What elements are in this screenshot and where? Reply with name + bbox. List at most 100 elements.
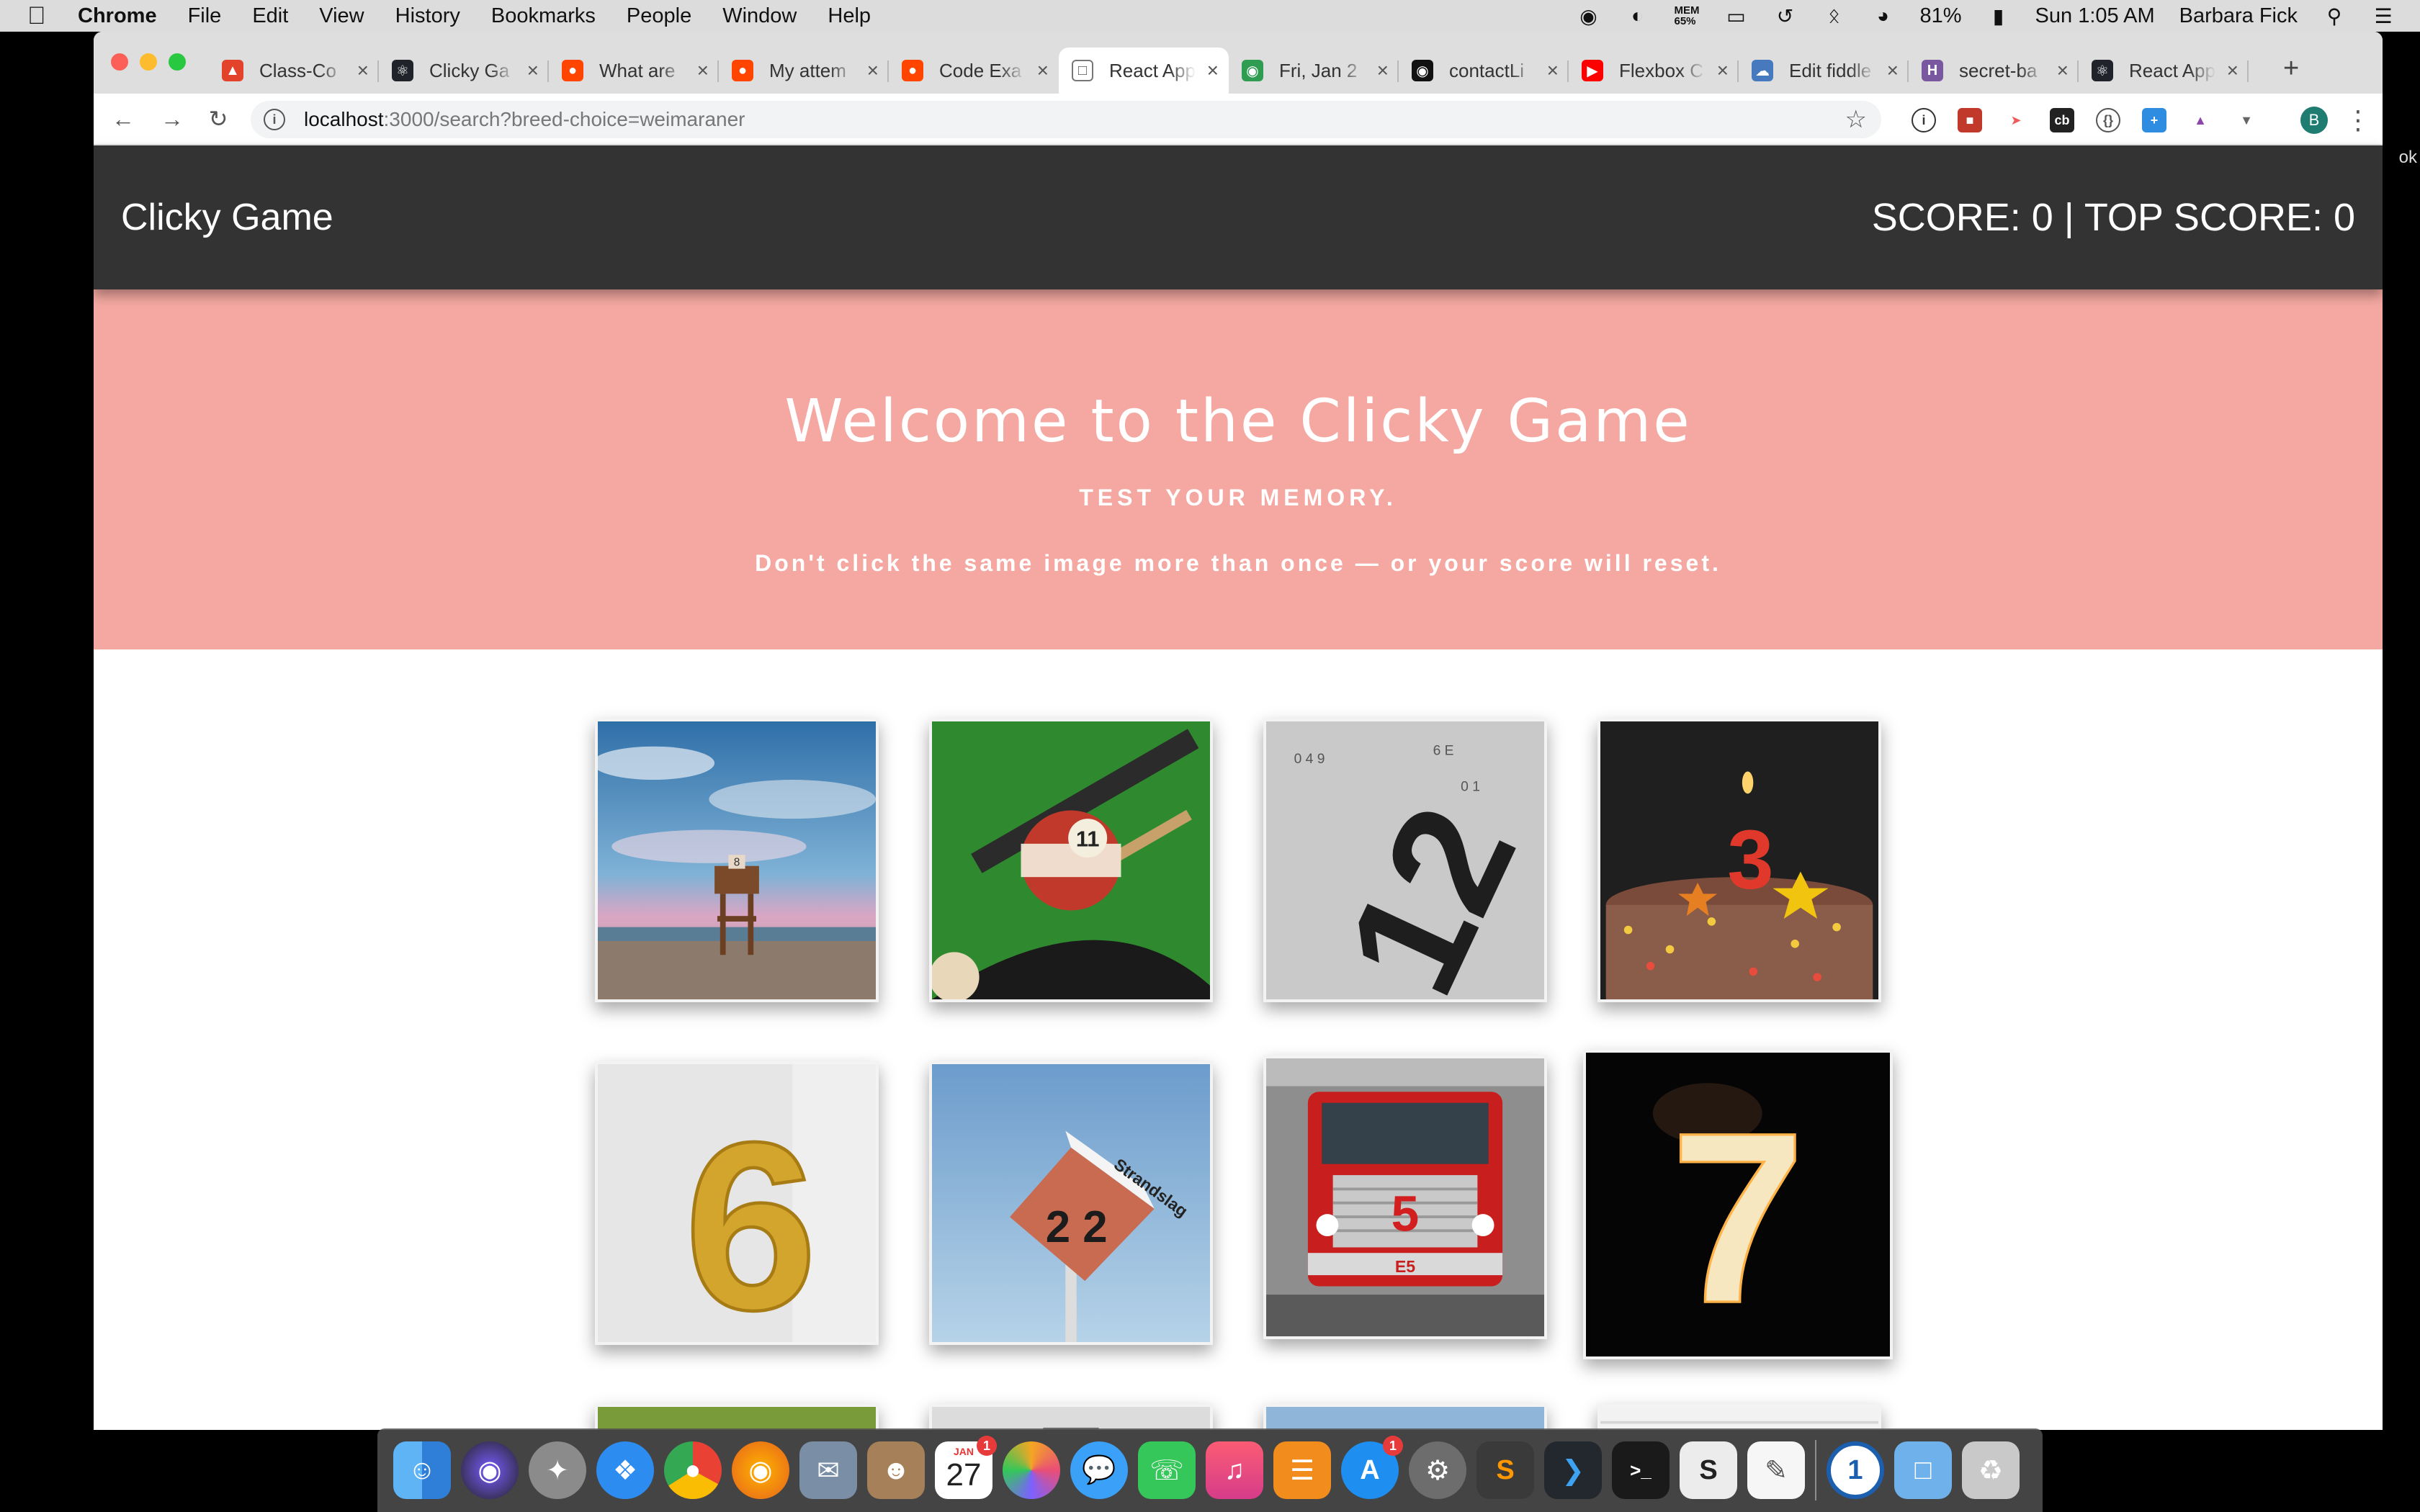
app-brand[interactable]: Clicky Game xyxy=(121,196,333,239)
browser-tab[interactable]: ● My attem × xyxy=(719,48,889,94)
image-card-row3-3[interactable] xyxy=(1263,1404,1547,1430)
browser-tab[interactable]: □ React App × xyxy=(1059,48,1229,94)
close-tab-icon[interactable]: × xyxy=(357,59,369,82)
sublime-text-icon[interactable]: S xyxy=(1476,1441,1534,1499)
browser-tab[interactable]: ☁ Edit fiddle × xyxy=(1739,48,1909,94)
menu-edit[interactable]: Edit xyxy=(252,4,288,28)
close-tab-icon[interactable]: × xyxy=(867,59,879,82)
close-tab-icon[interactable]: × xyxy=(1717,59,1729,82)
app-store-icon[interactable]: A 1 xyxy=(1341,1436,1403,1499)
itunes-icon[interactable]: ♫ xyxy=(1206,1441,1263,1499)
browser-tab[interactable]: ⚛ Clicky Ga × xyxy=(379,48,549,94)
chrome-dock-icon[interactable]: ● xyxy=(664,1441,722,1499)
address-bar[interactable]: i localhost:3000/search?breed-choice=wei… xyxy=(251,101,1881,138)
vscode-icon[interactable]: ❯ xyxy=(1544,1441,1602,1499)
finder-icon[interactable]: ☺ xyxy=(393,1441,451,1499)
browser-tab[interactable]: Hsecret-ba × xyxy=(1909,48,2079,94)
image-card-gold-balloon[interactable]: 6 xyxy=(595,1061,879,1345)
downloads-folder-icon[interactable]: □ xyxy=(1894,1441,1952,1499)
menubar-clock[interactable]: Sun 1:05 AM xyxy=(2035,4,2155,28)
close-tab-icon[interactable]: × xyxy=(1207,59,1219,82)
photos-icon[interactable] xyxy=(1003,1441,1060,1499)
contacts-icon[interactable]: ☻ xyxy=(867,1441,925,1499)
memory-indicator[interactable]: MEM 65% xyxy=(1675,5,1700,27)
menu-help[interactable]: Help xyxy=(828,4,871,28)
siri-icon[interactable]: ◉ xyxy=(461,1441,519,1499)
back-arrow-icon[interactable]: ← xyxy=(107,102,140,135)
messages-icon[interactable]: 💬 xyxy=(1070,1441,1128,1499)
firefox-icon[interactable]: ◉ xyxy=(732,1441,789,1499)
image-card-strandslag-sign[interactable]: Strandslag 2 2 xyxy=(929,1061,1213,1345)
browser-tab[interactable]: ● Code Exa × xyxy=(889,48,1059,94)
image-card-lifeguard-tower[interactable]: 8 xyxy=(595,719,879,1002)
zoom-window-button[interactable] xyxy=(169,53,186,71)
image-card-sparkler[interactable]: 7 xyxy=(1583,1050,1893,1359)
close-tab-icon[interactable]: × xyxy=(1547,59,1559,82)
new-tab-icon[interactable]: + xyxy=(2283,53,2299,84)
image-card-row3-2[interactable] xyxy=(929,1404,1213,1430)
battery-icon[interactable]: ▮ xyxy=(1986,5,2011,27)
json-extension-icon[interactable]: {} xyxy=(2096,108,2120,132)
onepassword-extension-icon[interactable]: i xyxy=(1912,108,1936,132)
browser-tab[interactable]: ▲ Class-Co × xyxy=(209,48,379,94)
close-tab-icon[interactable]: × xyxy=(1887,59,1899,82)
extension-chart-icon[interactable]: ▲ xyxy=(2188,108,2213,132)
battery-percent[interactable]: 81% xyxy=(1920,4,1962,28)
ibooks-icon[interactable]: ☰ xyxy=(1273,1441,1331,1499)
forward-arrow-icon[interactable]: → xyxy=(156,102,189,135)
bluetooth-icon[interactable]: ᛟ xyxy=(1822,4,1847,27)
extension-red-icon[interactable]: ■ xyxy=(1958,108,1982,132)
wifi-icon[interactable]: ◕ xyxy=(1871,4,1896,27)
textedit-icon[interactable]: ✎ xyxy=(1747,1441,1805,1499)
image-card-fire-truck[interactable]: 5 E5 xyxy=(1263,1056,1547,1339)
system-preferences-icon[interactable]: ⚙ xyxy=(1409,1441,1466,1499)
extension-arrow-icon[interactable]: ➤ xyxy=(2004,108,2028,132)
onepassword-status-icon[interactable]: ◉ xyxy=(1577,5,1601,27)
codebottle-extension-icon[interactable]: cb xyxy=(2050,108,2074,132)
menu-view[interactable]: View xyxy=(319,4,364,28)
apple-menu-icon[interactable]:  xyxy=(27,2,59,30)
close-tab-icon[interactable]: × xyxy=(2057,59,2069,82)
facetime-icon[interactable]: ☏ xyxy=(1138,1441,1196,1499)
menu-people[interactable]: People xyxy=(627,4,691,28)
calendar-icon[interactable]: JAN 27 1 xyxy=(935,1436,997,1499)
browser-tab[interactable]: ◉ contactLi × xyxy=(1399,48,1569,94)
menubar-user[interactable]: Barbara Fick xyxy=(2179,4,2298,28)
image-card-row3-1[interactable] xyxy=(595,1404,879,1430)
minimize-window-button[interactable] xyxy=(140,53,157,71)
image-card-billiard-ball[interactable]: 11 xyxy=(929,719,1213,1002)
menu-bookmarks[interactable]: Bookmarks xyxy=(491,4,596,28)
extension-plus-icon[interactable]: + xyxy=(2142,108,2166,132)
slack-icon[interactable]: S xyxy=(1680,1441,1737,1499)
terminal-icon[interactable]: >_ xyxy=(1612,1441,1670,1499)
browser-tab[interactable]: ● What are × xyxy=(549,48,719,94)
close-tab-icon[interactable]: × xyxy=(1037,59,1049,82)
bookmark-star-icon[interactable]: ☆ xyxy=(1845,105,1867,134)
menu-window[interactable]: Window xyxy=(722,4,797,28)
launchpad-icon[interactable]: ✦ xyxy=(529,1441,586,1499)
notification-center-icon[interactable]: ☰ xyxy=(2371,5,2396,27)
reload-icon[interactable]: ↻ xyxy=(202,102,235,135)
close-tab-icon[interactable]: × xyxy=(2227,59,2238,82)
profile-avatar[interactable]: B xyxy=(2300,107,2328,134)
image-card-birthday-cake[interactable]: 3 xyxy=(1597,719,1881,1002)
browser-tab[interactable]: ◉ Fri, Jan 2 × xyxy=(1229,48,1399,94)
trash-icon[interactable]: ♻ xyxy=(1962,1441,2020,1499)
onepassword-dock-icon[interactable]: 1 xyxy=(1827,1441,1884,1499)
spotlight-search-icon[interactable]: ⚲ xyxy=(2322,5,2347,27)
istat-status-icon[interactable]: ◐ xyxy=(1626,4,1650,27)
close-tab-icon[interactable]: × xyxy=(527,59,539,82)
time-machine-icon[interactable]: ↺ xyxy=(1773,5,1798,27)
menu-history[interactable]: History xyxy=(395,4,460,28)
close-tab-icon[interactable]: × xyxy=(697,59,709,82)
close-window-button[interactable] xyxy=(111,53,128,71)
chrome-menu-icon[interactable]: ⋮ xyxy=(2345,105,2371,135)
image-card-row3-4[interactable] xyxy=(1597,1404,1881,1430)
extension-v-icon[interactable]: ▼ xyxy=(2234,108,2259,132)
mail-stamp-icon[interactable]: ✉ xyxy=(799,1441,857,1499)
browser-tab[interactable]: ⚛ React App × xyxy=(2079,48,2249,94)
menu-chrome[interactable]: Chrome xyxy=(78,4,157,28)
airplay-icon[interactable]: ▭ xyxy=(1724,5,1749,27)
menu-file[interactable]: File xyxy=(188,4,222,28)
close-tab-icon[interactable]: × xyxy=(1377,59,1389,82)
